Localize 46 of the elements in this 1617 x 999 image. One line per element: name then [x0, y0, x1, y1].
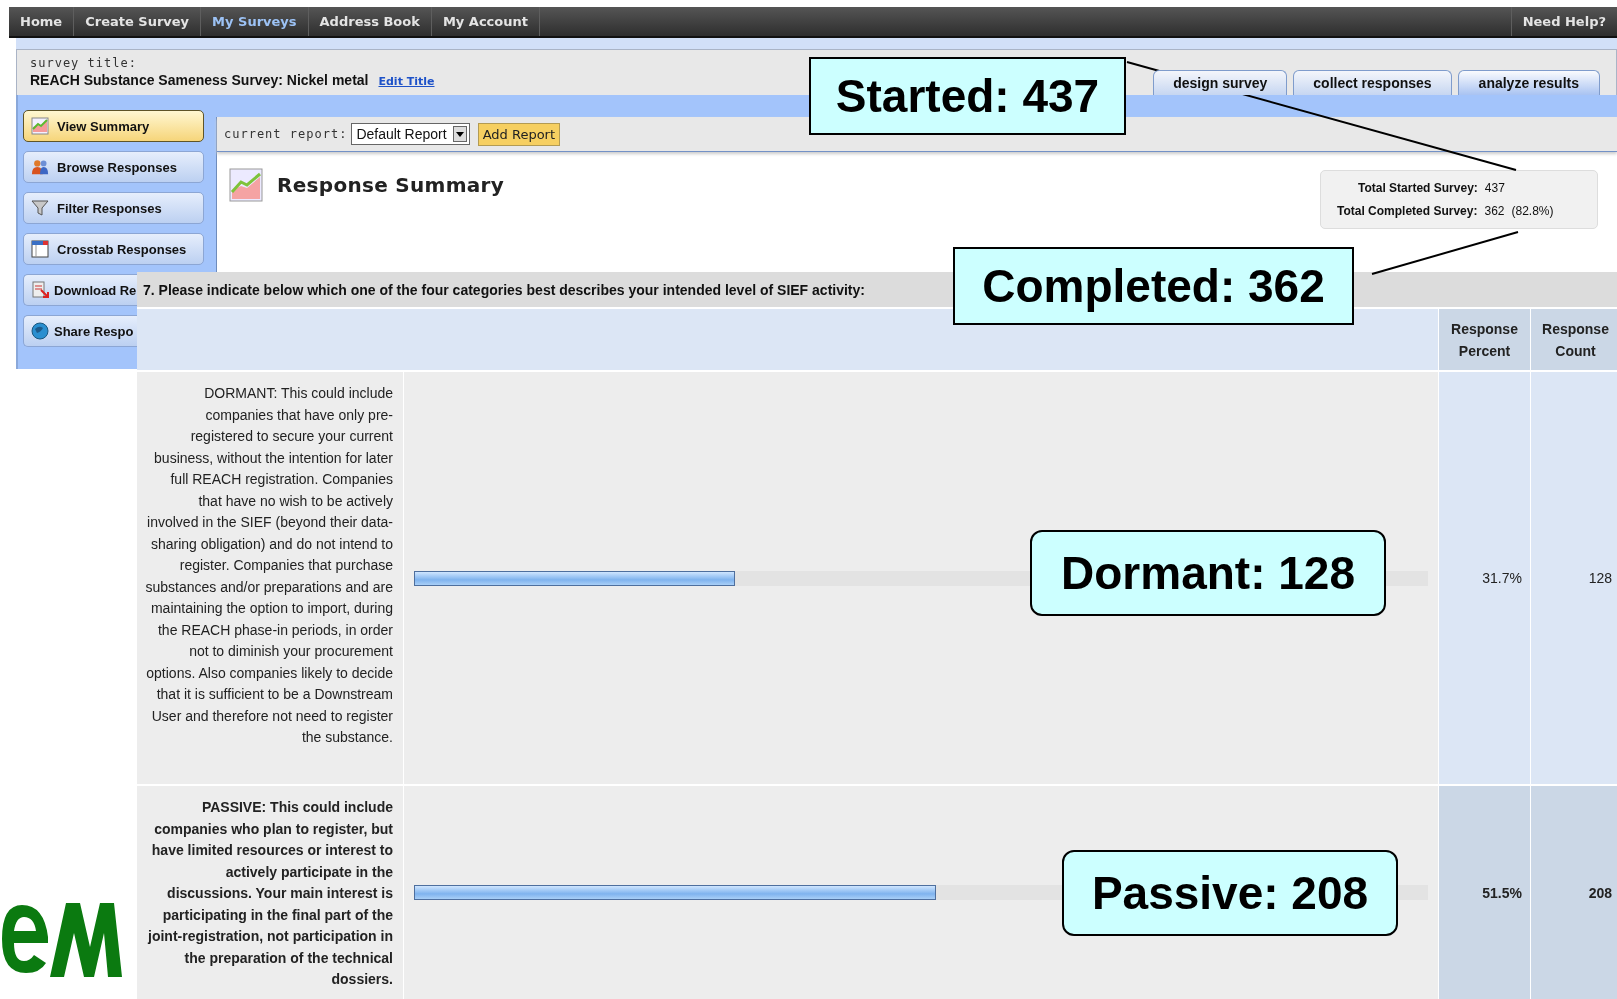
- report-dropdown[interactable]: Default Report: [351, 123, 470, 145]
- column-header: Response Count: [1531, 309, 1617, 370]
- globe-icon: [31, 322, 49, 340]
- stat-label: Total Started Survey:: [1358, 181, 1478, 195]
- response-percent: 51.5%: [1439, 786, 1530, 999]
- stat-label: Total Completed Survey:: [1337, 204, 1478, 218]
- stat-percent: (82.8%): [1511, 204, 1554, 218]
- download-icon: [31, 281, 49, 299]
- nav-link[interactable]: Create Survey: [74, 7, 202, 36]
- funnel-icon: [31, 199, 49, 217]
- callout-tooltip: Completed: 362: [953, 247, 1354, 325]
- sidebar-button[interactable]: Browse Responses: [23, 151, 204, 183]
- response-summary-heading: Response Summary: [277, 173, 505, 197]
- sidebar-button[interactable]: Crosstab Responses: [23, 233, 204, 265]
- table-icon: [31, 240, 49, 258]
- response-count: 208: [1531, 786, 1617, 999]
- nav-link[interactable]: Address Book: [308, 7, 432, 36]
- tab[interactable]: design survey: [1153, 70, 1288, 95]
- chart-icon: [229, 168, 263, 202]
- edit-title-link[interactable]: Edit Title: [378, 75, 435, 88]
- answer-option-text: PASSIVE: This could include companies who plan to register, but have limited resources or interest to actively participate in the discussions. Your main interest is participating in the final part of the joint-registration, not participation in the preparation of the technical dossiers.: [137, 786, 403, 999]
- callout-tooltip: Passive: 208: [1062, 850, 1398, 936]
- survey-title-label: survey title:: [30, 56, 138, 70]
- people-icon: [31, 158, 49, 176]
- answer-option-text: DORMANT: This could include companies that have only pre-registered to secure your current business, without the intention for later full REACH registration. Companies that have no wish to be actively involved in the SIEF (beyond their data-sharing obligation) and do not intend to register. Companies that purchase substances and/or preparations and are maintaining the option to import, during the REACH phase-in periods, in order not to diminish your procurement options. Also companies likely to decide that it is sufficient to be a Downstream User and therefore not need to register the substance.: [137, 372, 403, 784]
- sidebar-button[interactable]: Share Respo: [23, 315, 137, 347]
- nav-link[interactable]: Home: [9, 7, 75, 36]
- callout-tooltip: Started: 437: [809, 57, 1126, 135]
- sidebar-button[interactable]: Download Re: [23, 274, 137, 306]
- survey-title: REACH Substance Sameness Survey: Nickel metal: [30, 72, 369, 88]
- add-report-button[interactable]: Add Report: [477, 122, 561, 146]
- nav-link[interactable]: My Account: [431, 7, 540, 36]
- callout-tooltip: Dormant: 128: [1030, 530, 1386, 616]
- stat-value: 362: [1484, 204, 1505, 218]
- tab[interactable]: analyze results: [1457, 70, 1600, 95]
- chart-icon: [31, 117, 49, 135]
- help-link[interactable]: Need Help?: [1510, 7, 1617, 36]
- nav-link[interactable]: My Surveys: [201, 7, 309, 36]
- response-percent: 31.7%: [1439, 372, 1530, 784]
- sidebar-button[interactable]: View Summary: [23, 110, 204, 142]
- stat-value: 437: [1484, 181, 1505, 195]
- response-count: 128: [1531, 372, 1617, 784]
- sidebar-button[interactable]: Filter Responses: [23, 192, 204, 224]
- current-report-label: current report:: [224, 127, 348, 141]
- column-header: Response Percent: [1439, 309, 1530, 370]
- tab[interactable]: collect responses: [1293, 70, 1452, 95]
